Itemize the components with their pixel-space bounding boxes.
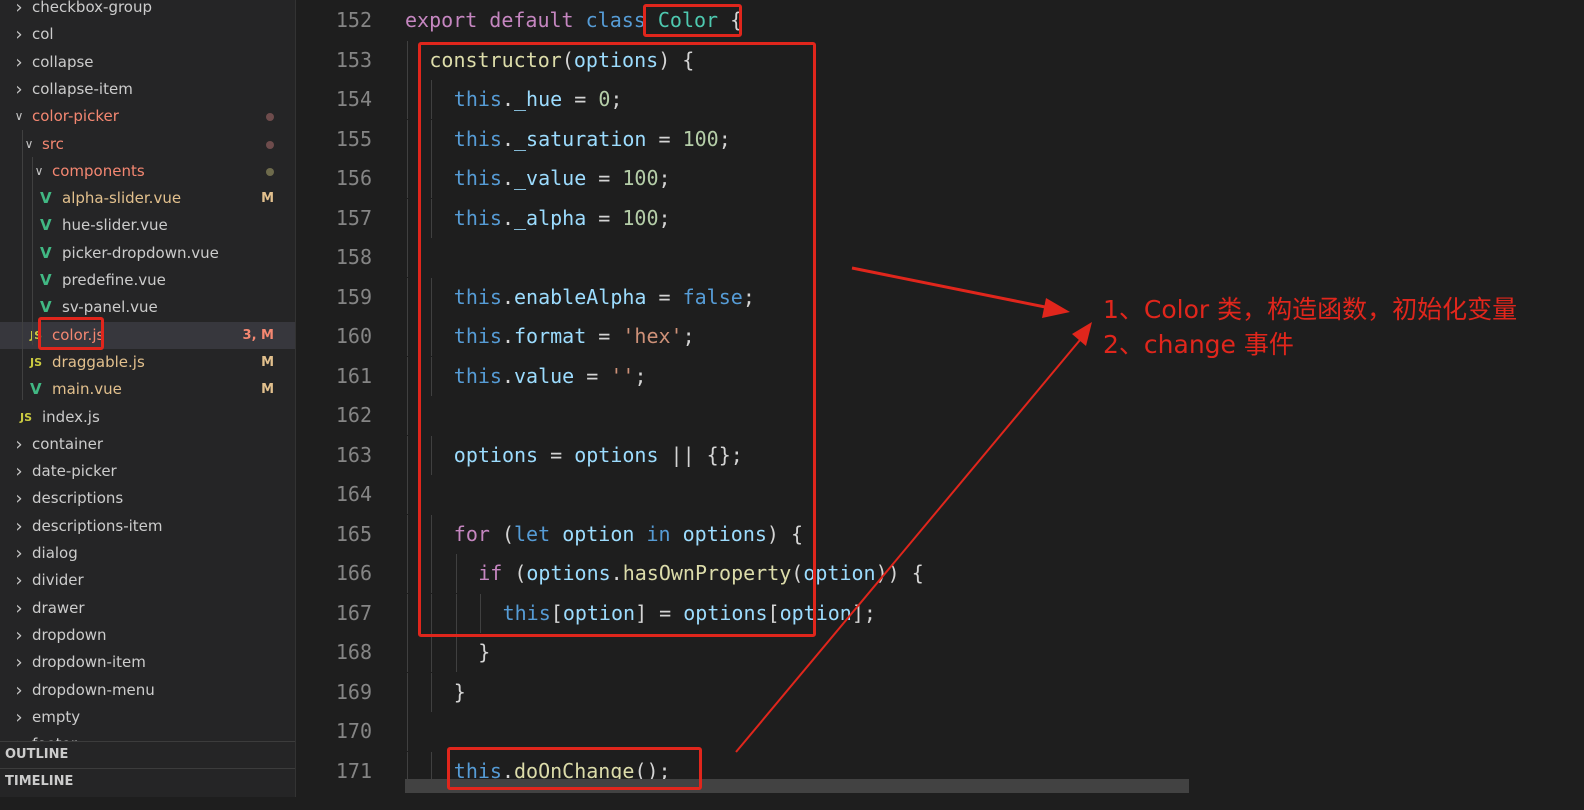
status-bar (0, 797, 1584, 810)
annotation-arrows (735, 266, 1092, 753)
annotation-note-line-1: 1、Color 类，构造函数，初始化变量 (1103, 295, 1518, 324)
arrow-to-note-2 (735, 333, 1086, 753)
arrow-to-note-1 (851, 266, 1061, 312)
arrow-head-1 (1042, 298, 1070, 318)
annotation-note-line-2: 2、change 事件 (1103, 330, 1294, 359)
arrow-head-2 (1072, 322, 1092, 346)
